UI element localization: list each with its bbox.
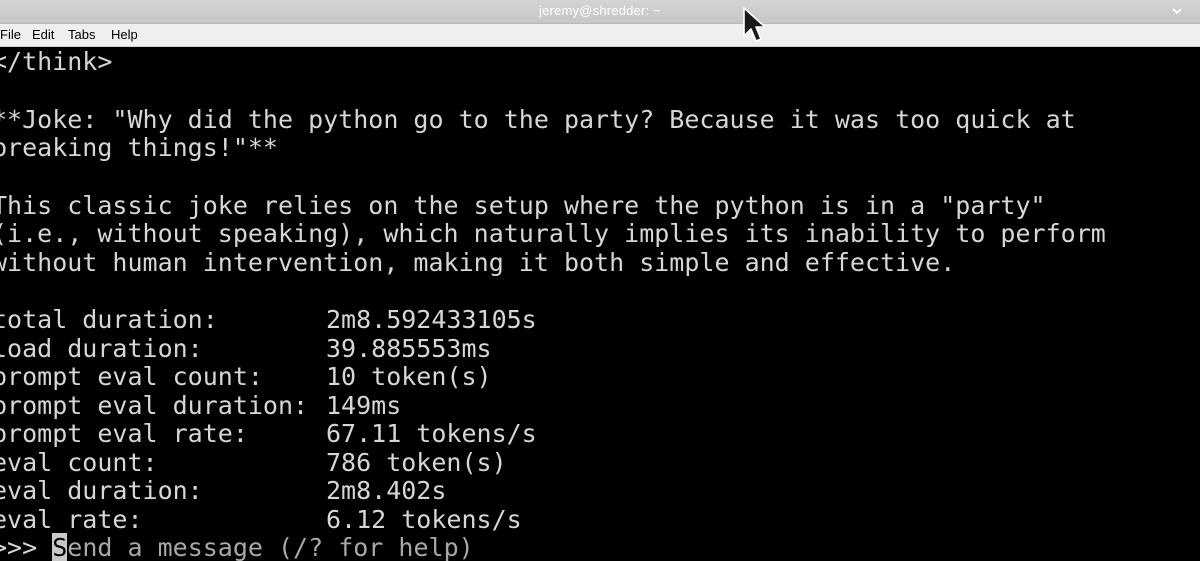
stat-label: prompt eval count:	[0, 362, 263, 391]
stat-value: 67.11 tokens/s	[326, 419, 537, 448]
menu-file[interactable]: File	[0, 27, 21, 42]
joke-line-2: breaking things!"**	[0, 133, 278, 162]
stat-load-duration: load duration: 39.885553ms	[0, 334, 492, 363]
joke-line-1: **Joke: "Why did the python go to the pa…	[0, 105, 1076, 134]
menu-bar: File Edit Tabs Help	[0, 24, 1200, 47]
mouse-pointer-icon	[742, 6, 768, 46]
prompt-symbol: >>>	[0, 533, 38, 561]
stat-label: prompt eval rate:	[0, 419, 248, 448]
stat-value: 2m8.592433105s	[326, 305, 537, 334]
menu-help[interactable]: Help	[111, 27, 138, 42]
chevron-down-icon	[1172, 8, 1182, 15]
stat-total-duration: total duration: 2m8.592433105s	[0, 305, 537, 334]
explanation-line-3: without human intervention, making it bo…	[0, 248, 956, 277]
stat-eval-count: eval count: 786 token(s)	[0, 448, 507, 477]
explanation-line-2: (i.e., without speaking), which naturall…	[0, 219, 1106, 248]
stat-eval-rate: eval rate: 6.12 tokens/s	[0, 505, 522, 534]
stat-label: prompt eval duration:	[0, 391, 309, 420]
window-title: jeremy@shredder: ~	[539, 3, 661, 18]
stat-value: 149ms	[326, 391, 402, 420]
window-menu-button[interactable]	[1168, 2, 1186, 20]
stat-prompt-eval-rate: prompt eval rate: 67.11 tokens/s	[0, 419, 537, 448]
prompt-placeholder: end a message (/? for help)	[67, 533, 474, 561]
text-cursor: S	[52, 533, 68, 561]
stat-value: 6.12 tokens/s	[326, 505, 522, 534]
menu-edit[interactable]: Edit	[32, 27, 54, 42]
stat-prompt-eval-duration: prompt eval duration: 149ms	[0, 391, 401, 420]
think-close-tag: </think>	[0, 47, 113, 76]
explanation-line-1: This classic joke relies on the setup wh…	[0, 191, 1046, 220]
stat-label: eval duration:	[0, 476, 203, 505]
terminal-window: jeremy@shredder: ~ File Edit Tabs Help <…	[0, 0, 1200, 561]
stat-value: 39.885553ms	[326, 334, 492, 363]
menu-tabs[interactable]: Tabs	[68, 27, 95, 42]
stat-value: 10 token(s)	[326, 362, 492, 391]
stat-label: eval rate:	[0, 505, 143, 534]
stat-value: 786 token(s)	[326, 448, 507, 477]
stat-eval-duration: eval duration: 2m8.402s	[0, 476, 446, 505]
stat-label: eval count:	[0, 448, 158, 477]
stat-prompt-eval-count: prompt eval count: 10 token(s)	[0, 362, 492, 391]
stat-label: load duration:	[0, 334, 203, 363]
title-bar[interactable]: jeremy@shredder: ~	[0, 0, 1200, 24]
terminal-output[interactable]: </think> **Joke: "Why did the python go …	[0, 47, 1200, 561]
stat-label: total duration:	[0, 305, 218, 334]
stat-value: 2m8.402s	[326, 476, 447, 505]
prompt-line[interactable]: >>> Send a message (/? for help)	[0, 533, 474, 561]
